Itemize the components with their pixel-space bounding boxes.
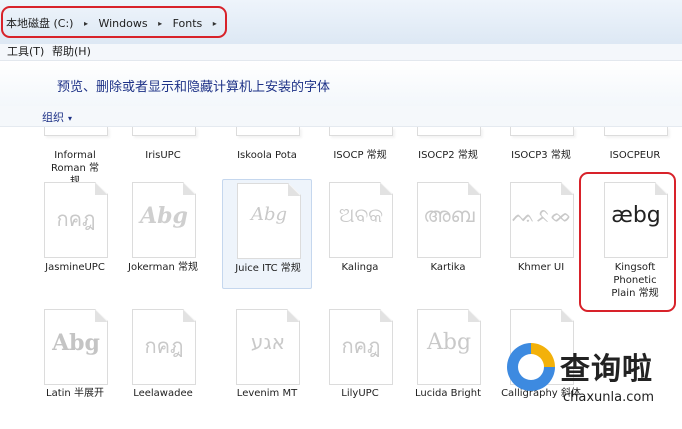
font-file-icon: Abg: [132, 182, 196, 258]
font-file-icon: [604, 127, 668, 136]
font-tile[interactable]: IrisUPC: [118, 127, 208, 175]
font-tile[interactable]: അബ Kartika: [403, 179, 493, 289]
font-name: ISOCP3 常规: [511, 150, 571, 161]
font-file-icon: Abg: [237, 183, 301, 259]
watermark-title: 查询啦: [560, 352, 653, 387]
font-tile[interactable]: Abg Latin 半展开: [30, 309, 120, 429]
font-file-icon: [510, 127, 574, 136]
font-tile[interactable]: ISOCPEUR: [590, 127, 680, 175]
page-fold-icon: [288, 184, 300, 196]
font-name: ISOCPEUR: [609, 150, 661, 161]
font-tile[interactable]: Abg Lucida Bright: [403, 309, 493, 429]
font-tile[interactable]: กคฎ Leelawadee: [118, 309, 208, 429]
page-fold-icon: [380, 183, 392, 195]
font-preview: Abg: [52, 330, 100, 356]
page-fold-icon: [468, 183, 480, 195]
font-name: ISOCP 常规: [333, 150, 387, 161]
page-fold-icon: [95, 310, 107, 322]
page-fold-icon: [561, 183, 573, 195]
organize-button[interactable]: 组织 ▾: [42, 109, 72, 125]
command-bar: 组织 ▾: [0, 106, 682, 127]
menu-bar: 工具(T) 帮助(H): [0, 44, 682, 61]
page-fold-icon: [380, 310, 392, 322]
font-file-icon: [236, 127, 300, 136]
font-tile[interactable]: ISOCP2 常规: [403, 127, 493, 175]
font-file-icon: [132, 127, 196, 136]
font-tile[interactable]: Informal Roman 常规: [30, 127, 120, 187]
font-tile[interactable]: ଅବକ Kalinga: [315, 179, 405, 289]
font-name: IrisUPC: [145, 150, 181, 161]
page-fold-icon: [183, 310, 195, 322]
font-preview: അബ: [423, 203, 475, 227]
page-fold-icon: [561, 310, 573, 322]
font-name: ISOCP2 常规: [418, 150, 478, 161]
font-file-icon: [329, 127, 393, 136]
font-preview: กคฎ: [56, 207, 96, 231]
font-name: Kartika: [430, 262, 466, 273]
font-name: Juice ITC 常规: [235, 263, 301, 274]
font-file-icon: กคฎ: [132, 309, 196, 385]
font-file-icon: Abg: [417, 309, 481, 385]
font-preview: Abg: [250, 204, 288, 225]
watermark-url: chaxunla.com: [563, 390, 654, 405]
font-name: Jokerman 常规: [128, 262, 198, 273]
font-preview: กคฎ: [341, 334, 381, 358]
font-name: Latin 半展开: [46, 388, 104, 399]
font-file-icon: [44, 127, 108, 136]
organize-label: 组织: [42, 111, 64, 124]
font-file-icon: Abg: [44, 309, 108, 385]
font-tile[interactable]: Abg Jokerman 常规: [118, 179, 208, 289]
font-preview: ଅବକ: [338, 203, 384, 227]
font-preview: אגע: [250, 330, 286, 354]
font-preview: Abg: [426, 330, 472, 355]
font-tile[interactable]: ISOCP 常规: [315, 127, 405, 175]
address-highlight-annotation: [1, 6, 227, 38]
font-file-icon: ଅବକ: [329, 182, 393, 258]
menu-help[interactable]: 帮助(H): [52, 44, 91, 60]
font-file-icon: กคฎ: [44, 182, 108, 258]
font-tile[interactable]: ISOCP3 常规: [496, 127, 586, 175]
dropdown-arrow-icon: ▾: [68, 114, 73, 123]
font-tile[interactable]: Abg Juice ITC 常规: [222, 179, 312, 289]
font-name: Iskoola Pota: [237, 150, 297, 161]
font-tile[interactable]: กคฎ LilyUPC: [315, 309, 405, 429]
font-name: Levenim MT: [236, 388, 298, 399]
page-fold-icon: [183, 183, 195, 195]
font-tile[interactable]: אגע Levenim MT: [222, 309, 312, 429]
font-file-icon: അബ: [417, 182, 481, 258]
page-fold-icon: [95, 183, 107, 195]
font-tile-highlight-annotation: [579, 172, 676, 312]
font-file-icon: กคฎ: [329, 309, 393, 385]
font-name: LilyUPC: [341, 388, 379, 399]
font-file-icon: [417, 127, 481, 136]
address-bar[interactable]: 本地磁盘 (C:) ▸ Windows ▸ Fonts ▸: [0, 0, 682, 45]
font-name: Leelawadee: [133, 388, 193, 399]
font-name: Khmer UI: [517, 262, 565, 273]
font-preview: Abg: [140, 203, 188, 229]
font-name: Kalinga: [341, 262, 379, 273]
font-preview: ᨕᨅᨖ: [512, 203, 572, 227]
font-tile[interactable]: ᨕᨅᨖ Khmer UI: [496, 179, 586, 289]
page-title: 预览、删除或者显示和隐藏计算机上安装的字体: [57, 80, 331, 95]
font-file-icon: אגע: [236, 309, 300, 385]
font-name: Lucida Bright: [414, 388, 482, 399]
font-tile[interactable]: Iskoola Pota: [222, 127, 312, 175]
watermark-logo-icon: [507, 343, 555, 391]
menu-tools[interactable]: 工具(T): [7, 44, 44, 60]
font-file-icon: ᨕᨅᨖ: [510, 182, 574, 258]
header-panel: 预览、删除或者显示和隐藏计算机上安装的字体: [0, 61, 682, 106]
font-name: JasmineUPC: [45, 262, 105, 273]
page-fold-icon: [287, 310, 299, 322]
page-fold-icon: [468, 310, 480, 322]
font-tile[interactable]: กคฎ JasmineUPC: [30, 179, 120, 289]
font-preview: กคฎ: [144, 334, 184, 358]
